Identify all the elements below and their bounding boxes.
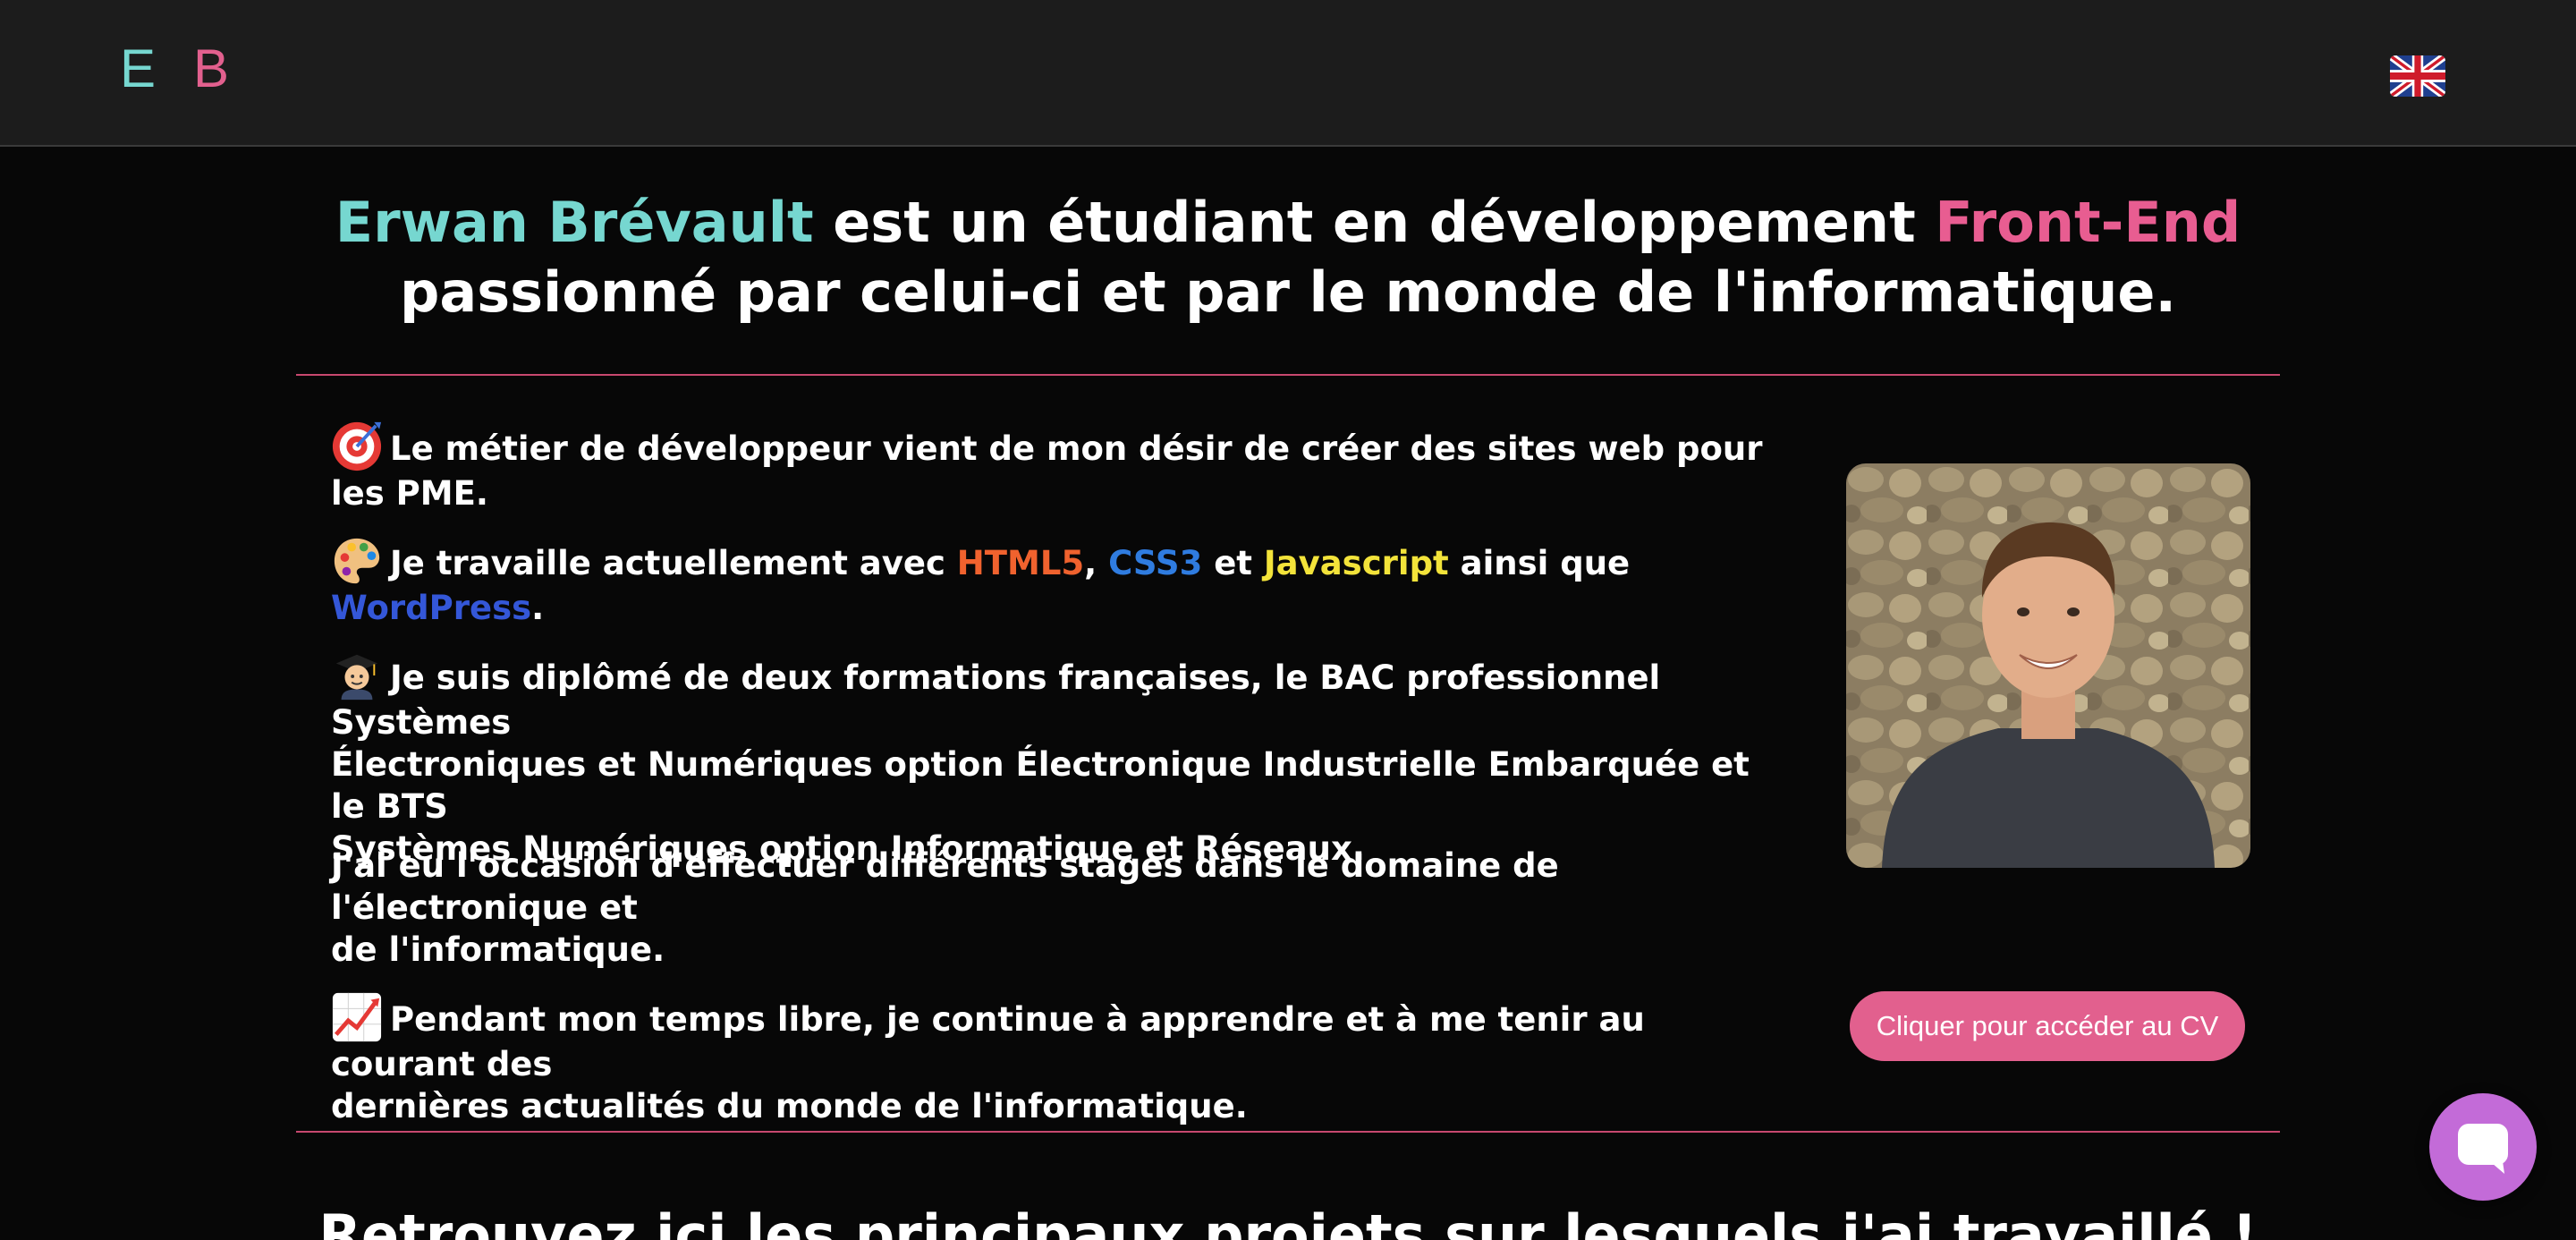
target-emoji-icon (331, 420, 383, 472)
about-paragraph-1-text: Le métier de développeur vient de mon dé… (331, 429, 1763, 513)
about-paragraph-2-suffix: . (531, 589, 545, 627)
logo-letter-b: B (193, 38, 230, 98)
tech-javascript: Javascript (1263, 544, 1449, 582)
intro-heading: Erwan Brévault est un étudiant en dévelo… (0, 188, 2576, 327)
about-paragraph-2: Je travaille actuellement avec HTML5, CS… (331, 535, 1771, 629)
projects-heading: Retrouvez ici les principaux projets sur… (318, 1202, 2258, 1240)
logo-letter-e: E (120, 38, 157, 98)
about-paragraph-5-line-1-text: Pendant mon temps libre, je continue à a… (331, 1000, 1645, 1083)
tech-wordpress: WordPress (331, 589, 532, 627)
front-end-highlight: Front-End (1935, 190, 2241, 255)
about-paragraph-4-line-1: J'ai eu l'occasion d'effectuer différent… (331, 846, 1559, 927)
tech-html5: HTML5 (956, 544, 1085, 582)
about-paragraph-3-line-2: Électroniques et Numériques option Élect… (331, 745, 1750, 826)
chat-widget-button[interactable] (2429, 1093, 2537, 1201)
about-paragraph-3-line-1-text: Je suis diplômé de deux formations franç… (331, 658, 1661, 742)
about-paragraph-2-sep1: , (1084, 544, 1109, 582)
about-paragraph-3: Je suis diplômé de deux formations franç… (331, 650, 1771, 870)
about-paragraph-2-sep2: et (1202, 544, 1264, 582)
chat-bubble-icon (2458, 1124, 2508, 1174)
about-paragraph-2-prefix: Je travaille actuellement avec (390, 544, 957, 582)
about-paragraph-2-sep3: ainsi que (1448, 544, 1631, 582)
about-paragraph-5-line-1: Pendant mon temps libre, je continue à a… (331, 991, 1771, 1085)
logo[interactable]: E B (120, 38, 229, 99)
cv-button[interactable]: Cliquer pour accéder au CV (1850, 991, 2245, 1061)
graduate-emoji-icon (331, 650, 383, 701)
about-paragraph-4-line-2: de l'informatique. (331, 930, 665, 969)
tech-css3: CSS3 (1108, 544, 1203, 582)
intro-line-1: Erwan Brévault est un étudiant en dévelo… (0, 188, 2576, 258)
about-paragraph-5-line-2: dernières actualités du monde de l'infor… (331, 1087, 1248, 1125)
bottom-divider (296, 1131, 2280, 1133)
about-paragraph-3-line-1: Je suis diplômé de deux formations franç… (331, 650, 1771, 743)
about-paragraph-5: Pendant mon temps libre, je continue à a… (331, 991, 1771, 1127)
intro-line-2: passionné par celui-ci et par le monde d… (399, 259, 2177, 325)
site-header: E B (0, 0, 2576, 147)
top-divider (296, 374, 2280, 376)
page: E B Erwan Brévault est un étudiant en dé… (0, 0, 2576, 1240)
profile-photo (1846, 463, 2250, 868)
about-paragraph-1: Le métier de développeur vient de mon dé… (331, 420, 1771, 514)
chart-increasing-emoji-icon (331, 991, 383, 1043)
intro-text-1: est un étudiant en développement (813, 190, 1936, 255)
palette-emoji-icon (331, 535, 383, 587)
about-paragraph-4: J'ai eu l'occasion d'effectuer différent… (331, 845, 1771, 971)
author-name: Erwan Brévault (335, 190, 814, 255)
uk-flag-icon[interactable] (2390, 55, 2445, 97)
